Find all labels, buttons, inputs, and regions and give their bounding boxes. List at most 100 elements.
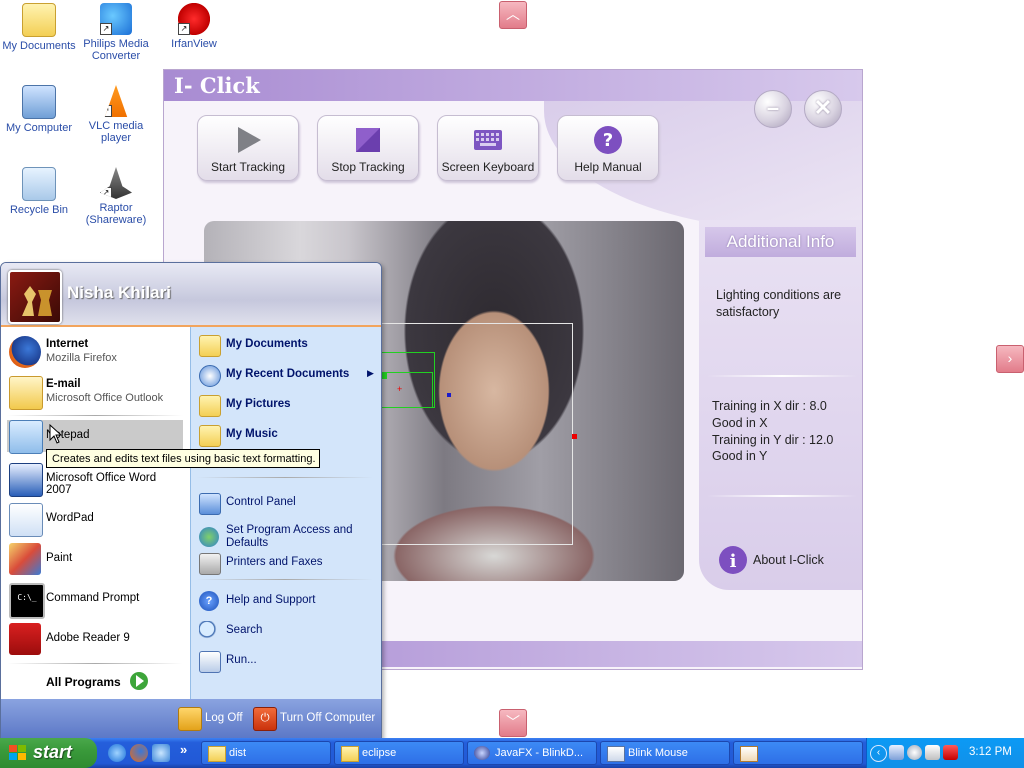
- recent-documents-icon: [199, 365, 221, 387]
- red-marker: [572, 434, 577, 439]
- place-my-documents[interactable]: My Documents: [199, 333, 375, 357]
- recycle-bin-icon: [22, 167, 56, 201]
- java-icon: [740, 746, 758, 762]
- clock[interactable]: 3:12 PM: [969, 746, 1012, 758]
- user-name: Nisha Khilari: [67, 283, 171, 302]
- start-button[interactable]: start: [0, 738, 97, 768]
- pupil-marker: [447, 393, 451, 397]
- chevron-down-icon: ﹀: [506, 714, 520, 730]
- scroll-down-arrow-button[interactable]: ﹀: [499, 709, 527, 737]
- chevron-up-icon: ︿: [506, 6, 520, 22]
- ie-quicklaunch-icon[interactable]: [108, 744, 126, 762]
- place-search[interactable]: Search: [199, 619, 375, 643]
- desktop-icon-raptor[interactable]: ↗ Raptor (Shareware): [77, 167, 155, 226]
- task-eclipse[interactable]: eclipse: [334, 741, 464, 765]
- place-run[interactable]: Run...: [199, 649, 375, 673]
- help-icon: ?: [199, 591, 219, 611]
- show-desktop-icon[interactable]: [152, 744, 170, 762]
- svg-text:?: ?: [603, 130, 613, 151]
- minimize-icon: –: [766, 95, 780, 120]
- start-menu-places: My Documents My Recent Documents ▶ My Pi…: [190, 327, 381, 699]
- start-tracking-button[interactable]: Start Tracking: [197, 115, 299, 181]
- screen-keyboard-button[interactable]: Screen Keyboard: [437, 115, 539, 181]
- desktop-icon-irfanview[interactable]: ↗ IrfanView: [155, 3, 233, 50]
- minimize-button[interactable]: –: [754, 90, 792, 128]
- printer-icon: [199, 553, 221, 575]
- good-x-status: Good in X: [712, 416, 768, 430]
- place-set-program-access[interactable]: Set Program Access and Defaults: [199, 521, 375, 555]
- good-y-status: Good in Y: [712, 449, 768, 463]
- outlook-icon: [9, 376, 43, 410]
- recent-wordpad[interactable]: WordPad: [7, 500, 183, 538]
- divider: [707, 375, 857, 377]
- antivirus-shield-icon[interactable]: [943, 745, 958, 760]
- place-help-support[interactable]: ? Help and Support: [199, 589, 375, 613]
- tray-expand-icon[interactable]: ‹: [870, 745, 887, 762]
- all-programs-button[interactable]: All Programs: [45, 669, 155, 695]
- word-icon: [9, 463, 43, 497]
- pinned-internet[interactable]: Internet Mozilla Firefox: [7, 333, 183, 371]
- green-arrow-icon: [130, 672, 148, 690]
- network-icon[interactable]: [889, 745, 904, 760]
- firefox-icon: [9, 336, 41, 368]
- desktop-icon-my-documents[interactable]: My Documents: [0, 3, 78, 52]
- volume-icon[interactable]: [907, 745, 922, 760]
- taskbar: start » dist eclipse JavaFX - BlinkD... …: [0, 738, 1024, 768]
- divider: [197, 477, 373, 478]
- task-javafx[interactable]: JavaFX - BlinkD...: [467, 741, 597, 765]
- computer-icon: [22, 85, 56, 119]
- place-control-panel[interactable]: Control Panel: [199, 491, 375, 515]
- info-icon: i: [719, 546, 747, 574]
- task-java[interactable]: [733, 741, 863, 765]
- place-my-recent-documents[interactable]: My Recent Documents ▶: [199, 363, 375, 387]
- stop-tracking-button[interactable]: Stop Tracking: [317, 115, 419, 181]
- desktop-icon-philips-media-converter[interactable]: ↗ Philips Media Converter: [77, 3, 155, 62]
- windows-logo-icon: [9, 745, 26, 760]
- help-icon: ?: [594, 126, 622, 154]
- divider: [7, 663, 183, 664]
- keyboard-icon: [474, 130, 502, 150]
- firefox-quicklaunch-icon[interactable]: [130, 744, 148, 762]
- turn-off-button[interactable]: ⏻ Turn Off Computer: [253, 707, 375, 731]
- scroll-right-arrow-button[interactable]: ›: [996, 345, 1024, 373]
- place-my-music[interactable]: My Music: [199, 423, 375, 447]
- desktop-icon-vlc[interactable]: ↗ VLC media player: [77, 85, 155, 144]
- recent-notepad[interactable]: Notepad: [7, 420, 183, 454]
- raptor-icon: ↗: [100, 167, 132, 199]
- start-menu-header: Nisha Khilari: [1, 263, 381, 327]
- divider: [707, 495, 857, 497]
- about-iclick-button[interactable]: i About I-Click: [718, 545, 858, 575]
- help-manual-button[interactable]: ? Help Manual: [557, 115, 659, 181]
- desktop-icon-recycle-bin[interactable]: Recycle Bin: [0, 167, 78, 216]
- task-blink-mouse[interactable]: Blink Mouse: [600, 741, 730, 765]
- desktop-icon-my-computer[interactable]: My Computer: [0, 85, 78, 134]
- mouse-cursor-icon: [49, 424, 62, 444]
- power-icon: ⏻: [253, 707, 277, 731]
- recent-adobe-reader[interactable]: Adobe Reader 9: [7, 620, 183, 658]
- place-printers-faxes[interactable]: Printers and Faxes: [199, 551, 375, 575]
- additional-info-panel: Additional Info Lighting conditions are …: [699, 220, 862, 590]
- more-quicklaunch-chevron-icon[interactable]: »: [180, 742, 187, 757]
- task-dist[interactable]: dist: [201, 741, 331, 765]
- javafx-icon: [474, 746, 490, 760]
- close-button[interactable]: ✕: [804, 90, 842, 128]
- folder-documents-icon: [22, 3, 56, 37]
- tooltip: Creates and edits text files using basic…: [46, 449, 320, 468]
- pinned-email[interactable]: E-mail Microsoft Office Outlook: [7, 373, 183, 411]
- divider: [7, 415, 183, 416]
- command-prompt-icon: C:\_: [9, 583, 45, 619]
- recent-command-prompt[interactable]: C:\_ Command Prompt: [7, 580, 183, 619]
- divider: [197, 579, 373, 580]
- scroll-up-arrow-button[interactable]: ︿: [499, 1, 527, 29]
- submenu-arrow-icon: ▶: [367, 368, 374, 378]
- start-menu: Nisha Khilari Internet Mozilla Firefox E…: [0, 262, 382, 740]
- safely-remove-icon[interactable]: [925, 745, 940, 760]
- lighting-status: Lighting conditions are satisfactory: [716, 288, 842, 319]
- avatar[interactable]: [8, 270, 62, 324]
- search-icon: [199, 621, 219, 641]
- run-icon: [199, 651, 221, 673]
- media-converter-icon: ↗: [100, 3, 132, 35]
- place-my-pictures[interactable]: My Pictures: [199, 393, 375, 417]
- log-off-button[interactable]: Log Off: [178, 707, 248, 731]
- recent-paint[interactable]: Paint: [7, 540, 183, 578]
